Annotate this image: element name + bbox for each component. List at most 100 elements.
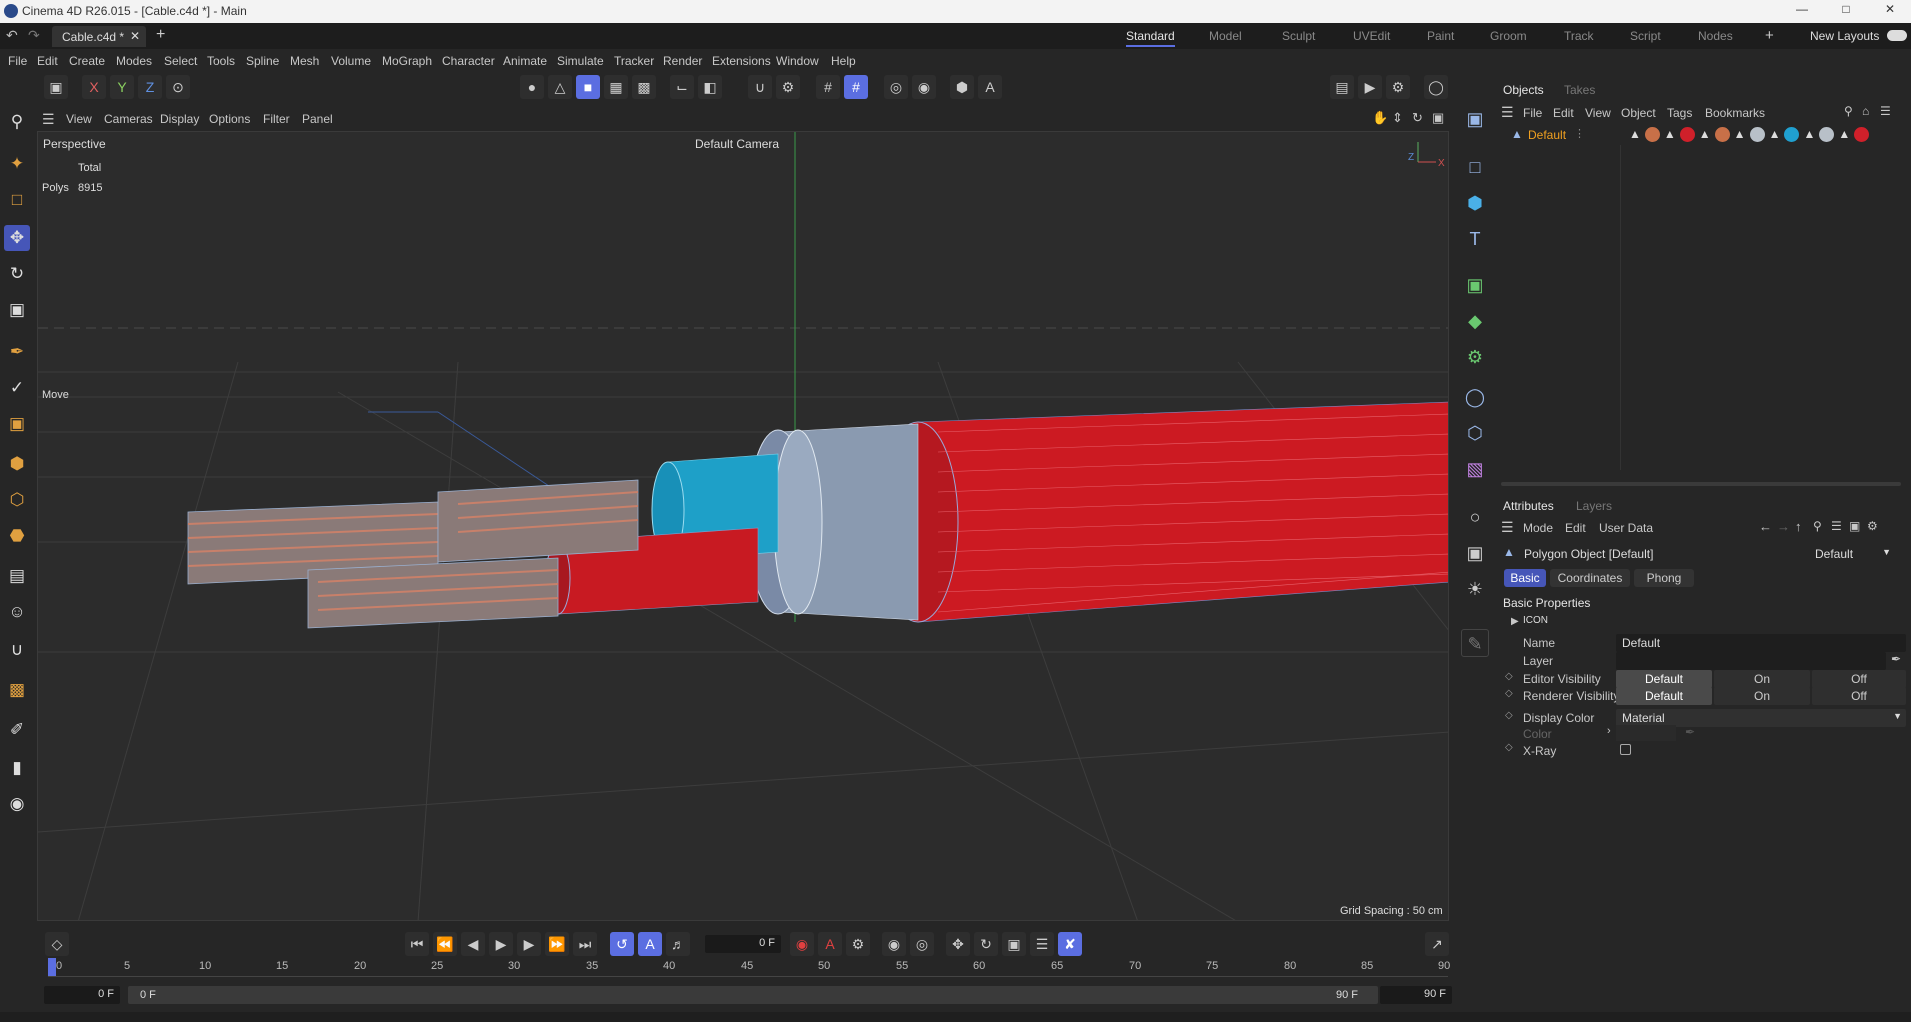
material-tag-copper-icon[interactable] — [1714, 127, 1730, 142]
renderer-visibility-off[interactable]: Off — [1812, 687, 1906, 705]
lock-icon[interactable]: ▣ — [1849, 519, 1860, 533]
editor-visibility-off[interactable]: Off — [1812, 670, 1906, 688]
xray-checkbox[interactable] — [1620, 744, 1631, 755]
perspective-viewport[interactable]: Z X Perspective Default Camera Total Pol… — [37, 131, 1449, 921]
layer-field[interactable] — [1616, 652, 1886, 670]
objects-search-icon[interactable]: ⚲ — [1844, 104, 1853, 118]
menu-volume[interactable]: Volume — [331, 54, 371, 68]
attributes-menu-edit[interactable]: Edit — [1565, 521, 1586, 535]
mode-select[interactable]: Default ▼ — [1809, 545, 1893, 563]
grid-snap-icon[interactable]: # — [844, 75, 868, 99]
grid-icon[interactable]: # — [816, 75, 840, 99]
renderer-visibility-default[interactable]: Default — [1616, 687, 1712, 705]
objects-scrollbar[interactable] — [1501, 482, 1901, 486]
close-tab-icon[interactable]: ✕ — [130, 29, 140, 43]
key-move-icon[interactable]: ✥ — [946, 932, 970, 956]
paint-brush-icon[interactable]: ✐ — [4, 717, 30, 743]
previous-key-icon[interactable]: ⏪ — [433, 932, 457, 956]
generator-cube-icon[interactable]: ⬣ — [4, 523, 30, 549]
menu-mograph[interactable]: MoGraph — [382, 54, 432, 68]
floor-icon[interactable]: ▤ — [4, 563, 30, 589]
dolly-icon[interactable]: ⇕ — [1392, 110, 1403, 126]
rotate-tool-icon[interactable]: ↻ — [4, 261, 30, 287]
phong-tag-icon[interactable]: ▲ — [1734, 127, 1746, 142]
points-mode-icon[interactable]: ● — [520, 75, 544, 99]
pen-tool-icon[interactable]: ✒ — [4, 339, 30, 365]
menu-edit[interactable]: Edit — [37, 54, 58, 68]
render-settings-icon[interactable]: ◉ — [912, 75, 936, 99]
key-settings-icon[interactable]: ⚙ — [846, 932, 870, 956]
object-name[interactable]: Default — [1528, 128, 1566, 142]
attributes-filter-icon[interactable]: ☰ — [1831, 519, 1842, 533]
objects-menu-bookmarks[interactable]: Bookmarks — [1705, 106, 1765, 120]
objects-filter-icon[interactable]: ☰ — [1880, 104, 1891, 118]
deformer-cube-icon[interactable]: ⬡ — [4, 487, 30, 513]
objects-menu-view[interactable]: View — [1585, 106, 1611, 120]
layer-picker-icon[interactable]: ✒ — [1891, 652, 1901, 666]
document-tab[interactable]: Cable.c4d * ✕ — [52, 26, 146, 47]
objects-menu-tags[interactable]: Tags — [1667, 106, 1692, 120]
objects-menu-file[interactable]: File — [1523, 106, 1542, 120]
snap-settings-icon[interactable]: ⚙ — [776, 75, 800, 99]
tab-takes[interactable]: Takes — [1564, 83, 1595, 97]
subdivision-icon[interactable]: ▣ — [1461, 271, 1489, 299]
next-frame-icon[interactable]: ▶ — [517, 932, 541, 956]
tab-layers[interactable]: Layers — [1576, 499, 1612, 513]
key-rotate-icon[interactable]: ↻ — [974, 932, 998, 956]
phong-tag-icon[interactable]: ▲ — [1803, 127, 1815, 142]
object-manager-icon[interactable]: ▣ — [1461, 105, 1489, 133]
tab-attributes[interactable]: Attributes — [1503, 499, 1554, 513]
polygons-mode-icon[interactable]: ■ — [576, 75, 600, 99]
keyframe-icon[interactable]: ◇ — [45, 932, 69, 956]
knife-tool-icon[interactable]: ✓ — [4, 375, 30, 401]
autokey-icon[interactable]: A — [818, 932, 842, 956]
back-arrow-icon[interactable]: ← — [1759, 519, 1772, 534]
scale-tool-icon[interactable]: ▣ — [4, 297, 30, 323]
orbit-icon[interactable]: ↻ — [1412, 110, 1423, 126]
mograph-cube-icon[interactable]: ▩ — [4, 677, 30, 703]
add-layout-icon[interactable]: + — [1765, 27, 1774, 44]
interactive-render-icon[interactable]: ◯ — [1424, 75, 1448, 99]
keyframe-diamond-icon[interactable]: ◇ — [1505, 688, 1513, 699]
viewport-menu-view[interactable]: View — [66, 112, 92, 126]
bend-deformer-icon[interactable]: ◯ — [1461, 383, 1489, 411]
layout-paint[interactable]: Paint — [1427, 29, 1454, 43]
go-to-end-icon[interactable]: ⏭ — [573, 932, 597, 956]
layout-model[interactable]: Model — [1209, 29, 1242, 43]
camera-object-icon[interactable]: ▣ — [1461, 539, 1489, 567]
render-to-picture-viewer-icon[interactable]: ▶ — [1358, 75, 1382, 99]
loop-icon[interactable]: ↺ — [610, 932, 634, 956]
chevron-right-icon[interactable]: ▶ — [1511, 616, 1519, 627]
object-mode-icon[interactable]: ▩ — [632, 75, 656, 99]
subtab-phong[interactable]: Phong — [1634, 569, 1694, 587]
effector-icon[interactable]: ⚙ — [1461, 343, 1489, 371]
forward-arrow-icon[interactable]: → — [1777, 519, 1790, 534]
menu-animate[interactable]: Animate — [503, 54, 547, 68]
chevron-right-icon[interactable]: › — [1607, 725, 1611, 737]
environment-icon[interactable]: ○ — [1461, 503, 1489, 531]
keyframe-selection-icon[interactable]: ◉ — [882, 932, 906, 956]
key-position-icon[interactable]: ◎ — [910, 932, 934, 956]
playback-rate-icon[interactable]: A — [638, 932, 662, 956]
cube-primitive-icon[interactable]: ⬢ — [1461, 189, 1489, 217]
text-object-icon[interactable]: T — [1461, 225, 1489, 253]
attributes-hamburger-icon[interactable]: ☰ — [1501, 519, 1514, 536]
phong-tag-icon[interactable]: ▲ — [1629, 127, 1641, 142]
menu-character[interactable]: Character — [442, 54, 495, 68]
viewport-solo-icon[interactable]: ⬢ — [950, 75, 974, 99]
camera-label[interactable]: Default Camera — [695, 137, 779, 151]
camera-lens-icon[interactable]: ◉ — [4, 791, 30, 817]
material-tag-red-icon[interactable] — [1679, 127, 1695, 142]
material-tag-silver-icon[interactable] — [1819, 127, 1835, 142]
renderer-visibility-on[interactable]: On — [1714, 687, 1810, 705]
material-tag-blue-icon[interactable] — [1784, 127, 1800, 142]
playhead[interactable] — [48, 958, 56, 976]
keyframe-diamond-icon[interactable]: ◇ — [1505, 710, 1513, 721]
z-axis-button[interactable]: Z — [138, 75, 162, 99]
menu-tracker[interactable]: Tracker — [614, 54, 654, 68]
search-icon[interactable]: ⚲ — [4, 109, 30, 135]
minimize-button[interactable]: — — [1782, 2, 1822, 20]
pan-icon[interactable]: ✋ — [1372, 110, 1388, 126]
current-frame-field[interactable]: 0 F — [705, 935, 781, 953]
magnet-brush-icon[interactable]: ∪ — [4, 637, 30, 663]
